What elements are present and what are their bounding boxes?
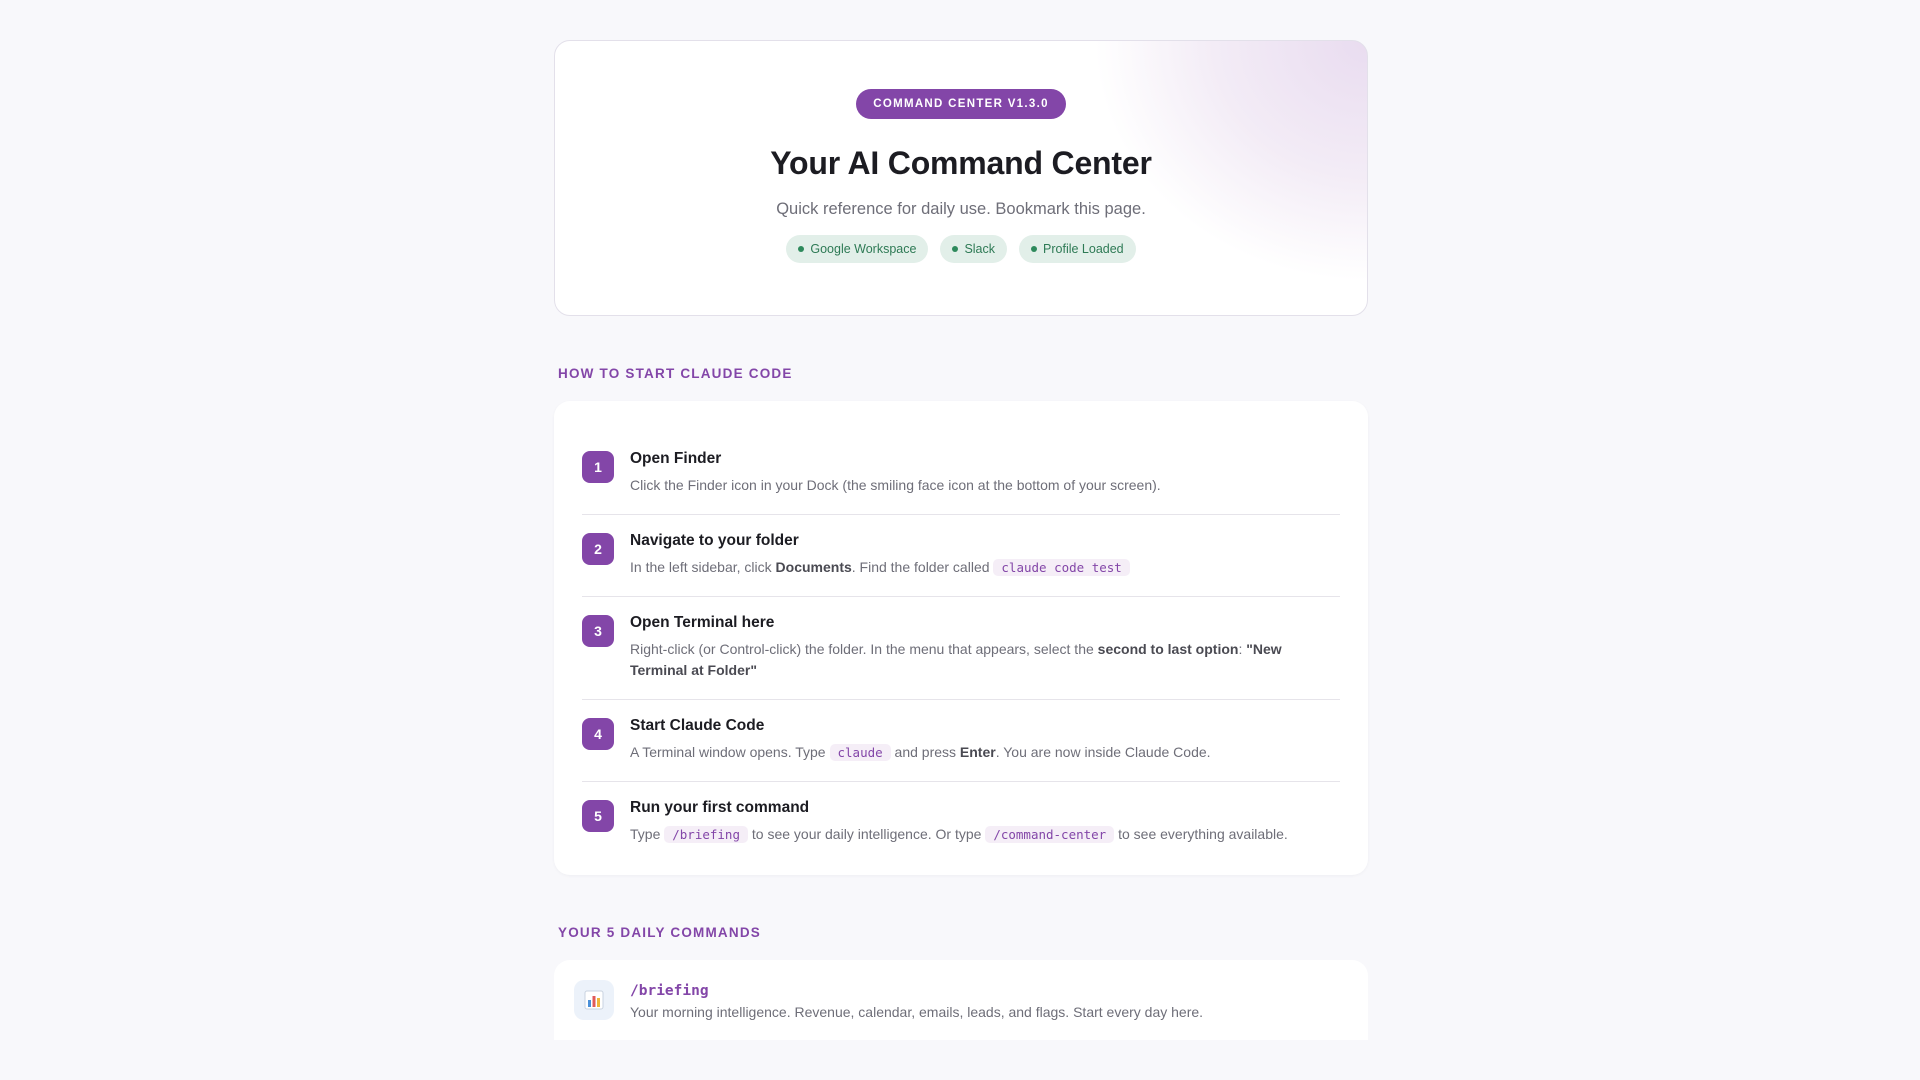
step-emphasis: Documents bbox=[775, 559, 852, 575]
step-item: 1 Open Finder Click the Finder icon in y… bbox=[582, 433, 1340, 515]
step-item: 3 Open Terminal here Right-click (or Con… bbox=[582, 597, 1340, 700]
section-heading-start: HOW TO START CLAUDE CODE bbox=[558, 366, 793, 381]
page-title: Your AI Command Center bbox=[770, 145, 1152, 181]
hero-card: COMMAND CENTER V1.3.0 Your AI Command Ce… bbox=[554, 40, 1368, 316]
bar-chart-icon bbox=[574, 980, 614, 1020]
step-body: Open Finder Click the Finder icon in you… bbox=[630, 449, 1161, 496]
step-text: and press bbox=[890, 744, 960, 760]
step-description: Right-click (or Control-click) the folde… bbox=[630, 639, 1310, 681]
step-title: Open Finder bbox=[630, 450, 722, 467]
badge-label: Google Workspace bbox=[810, 242, 917, 256]
step-description: In the left sidebar, click Documents. Fi… bbox=[630, 557, 1130, 578]
command-card-briefing[interactable]: /briefing Your morning intelligence. Rev… bbox=[554, 960, 1368, 1040]
step-text: to see everything available. bbox=[1114, 826, 1288, 842]
code-snippet: claude code test bbox=[993, 559, 1130, 576]
status-badge-profile: Profile Loaded bbox=[1019, 235, 1136, 263]
page-subtitle: Quick reference for daily use. Bookmark … bbox=[776, 200, 1146, 218]
step-number: 1 bbox=[582, 451, 614, 483]
command-body: /briefing Your morning intelligence. Rev… bbox=[630, 983, 1203, 1020]
code-snippet: /command-center bbox=[985, 826, 1115, 843]
status-dot-icon bbox=[952, 246, 959, 252]
step-text: A Terminal window opens. Type bbox=[630, 744, 830, 760]
section-heading-commands: YOUR 5 DAILY COMMANDS bbox=[558, 925, 761, 940]
step-text: . Find the folder called bbox=[851, 559, 994, 575]
step-item: 4 Start Claude Code A Terminal window op… bbox=[582, 700, 1340, 782]
step-title: Navigate to your folder bbox=[630, 532, 799, 549]
bar-chart-icon-svg bbox=[584, 990, 604, 1010]
step-text: . You are now inside Claude Code. bbox=[995, 744, 1211, 760]
badge-label: Slack bbox=[964, 242, 996, 256]
step-body: Navigate to your folder In the left side… bbox=[630, 531, 1130, 578]
step-item: 5 Run your first command Type /briefing … bbox=[582, 782, 1340, 845]
step-emphasis: Enter bbox=[959, 744, 996, 760]
steps-card: 1 Open Finder Click the Finder icon in y… bbox=[554, 401, 1368, 875]
step-text: Type bbox=[630, 826, 665, 842]
badge-label: Profile Loaded bbox=[1043, 242, 1124, 256]
step-description: Type /briefing to see your daily intelli… bbox=[630, 824, 1288, 845]
page-container: COMMAND CENTER V1.3.0 Your AI Command Ce… bbox=[554, 0, 1368, 1040]
step-title: Open Terminal here bbox=[630, 614, 775, 631]
command-description: Your morning intelligence. Revenue, cale… bbox=[630, 1004, 1204, 1020]
status-dot-icon bbox=[798, 246, 805, 252]
step-title: Run your first command bbox=[630, 799, 810, 816]
step-text: Click the Finder icon in your Dock (the … bbox=[630, 477, 1161, 493]
step-body: Run your first command Type /briefing to… bbox=[630, 798, 1288, 845]
step-number: 4 bbox=[582, 718, 614, 750]
step-number: 3 bbox=[582, 615, 614, 647]
step-text: Right-click (or Control-click) the folde… bbox=[630, 641, 1098, 657]
step-number: 2 bbox=[582, 533, 614, 565]
step-description: A Terminal window opens. Type claude and… bbox=[630, 742, 1211, 763]
step-emphasis: second to last option bbox=[1097, 641, 1239, 657]
integration-badges: Google Workspace Slack Profile Loaded bbox=[555, 235, 1367, 263]
step-body: Open Terminal here Right-click (or Contr… bbox=[630, 613, 1310, 681]
step-description: Click the Finder icon in your Dock (the … bbox=[630, 475, 1161, 496]
code-snippet: /briefing bbox=[664, 826, 748, 843]
step-body: Start Claude Code A Terminal window open… bbox=[630, 716, 1211, 763]
step-text: In the left sidebar, click bbox=[630, 559, 776, 575]
code-snippet: claude bbox=[829, 744, 891, 761]
step-title: Start Claude Code bbox=[630, 717, 765, 734]
status-dot-icon bbox=[1031, 246, 1038, 252]
step-number: 5 bbox=[582, 800, 614, 832]
step-item: 2 Navigate to your folder In the left si… bbox=[582, 515, 1340, 597]
status-badge-slack: Slack bbox=[940, 235, 1008, 263]
command-name[interactable]: /briefing bbox=[630, 983, 1203, 999]
version-badge: COMMAND CENTER V1.3.0 bbox=[856, 89, 1066, 119]
status-badge-google-workspace: Google Workspace bbox=[786, 235, 929, 263]
step-text: to see your daily intelligence. Or type bbox=[747, 826, 986, 842]
